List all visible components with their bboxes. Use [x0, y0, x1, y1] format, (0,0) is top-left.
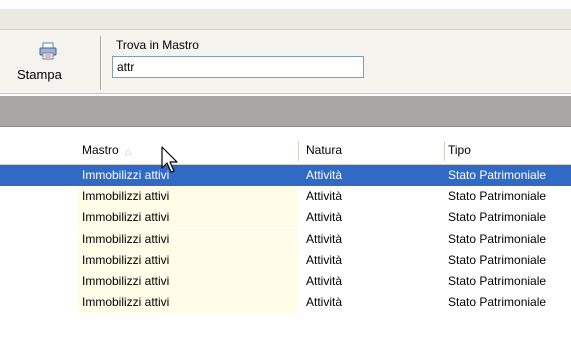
column-header-mastro[interactable]: Mastro △ — [78, 137, 298, 164]
cell-mastro: Immobilizzi attivi — [82, 252, 170, 267]
print-button[interactable]: Stampa — [11, 36, 97, 88]
sort-ascending-icon: △ — [124, 146, 132, 156]
cell-tipo: Stato Patrimoniale — [448, 189, 547, 204]
group-by-bar[interactable] — [0, 96, 571, 127]
find-label: Trova in Mastro — [116, 38, 199, 52]
cell-tipo: Stato Patrimoniale — [448, 295, 547, 310]
table-row[interactable]: Immobilizzi attivi Attività Stato Patrimon… — [0, 271, 571, 292]
cell-tipo: Stato Patrimoniale — [448, 168, 547, 182]
cell-natura: Attività — [306, 274, 343, 288]
ribbon-tab-strip — [0, 9, 571, 30]
cell-tipo: Stato Patrimoniale — [448, 231, 547, 246]
table-row[interactable]: Immobilizzi attivi Attività Stato Patrimon… — [0, 207, 571, 229]
cell-mastro: Immobilizzi attivi — [82, 295, 170, 310]
cell-natura: Attività — [306, 295, 343, 310]
column-header-label: Mastro — [82, 143, 119, 157]
grid-header: Mastro △ Natura Tipo — [0, 137, 571, 165]
cell-natura: Attività — [306, 231, 343, 246]
cell-tipo: Stato Patrimoniale — [448, 274, 547, 288]
mouse-pointer-icon — [160, 146, 184, 174]
cell-natura: Attività — [306, 252, 343, 267]
cell-natura: Attività — [306, 168, 343, 182]
cell-natura: Attività — [306, 210, 343, 225]
table-row[interactable]: Immobilizzi attivi Attività Stato Patrimon… — [0, 228, 571, 250]
table-row[interactable]: Immobilizzi attivi Attività Stato Patrimon… — [0, 292, 571, 314]
cell-mastro: Immobilizzi attivi — [82, 231, 170, 246]
cell-mastro: Immobilizzi attivi — [82, 210, 170, 225]
cell-mastro: Immobilizzi attivi — [82, 168, 170, 182]
table-row[interactable]: Immobilizzi attivi Attività Stato Patrimon… — [0, 186, 571, 208]
column-header-tipo[interactable]: Tipo — [444, 137, 571, 164]
column-header-label: Tipo — [448, 143, 471, 157]
printer-icon — [39, 42, 57, 60]
column-divider[interactable] — [298, 141, 299, 161]
column-header-natura[interactable]: Natura — [302, 137, 444, 164]
cell-mastro: Immobilizzi attivi — [82, 189, 170, 204]
cell-natura: Attività — [306, 189, 343, 204]
column-header-label: Natura — [306, 143, 343, 157]
cell-tipo: Stato Patrimoniale — [448, 252, 547, 267]
cell-mastro: Immobilizzi attivi — [82, 274, 170, 288]
table-row[interactable]: Immobilizzi attivi Attività Stato Patrimon… — [0, 165, 571, 186]
table-row[interactable]: Immobilizzi attivi Attività Stato Patrimon… — [0, 249, 571, 271]
print-button-label: Stampa — [17, 67, 62, 82]
cell-tipo: Stato Patrimoniale — [448, 210, 547, 225]
toolbar-separator — [100, 36, 102, 90]
find-input[interactable] — [112, 56, 364, 78]
